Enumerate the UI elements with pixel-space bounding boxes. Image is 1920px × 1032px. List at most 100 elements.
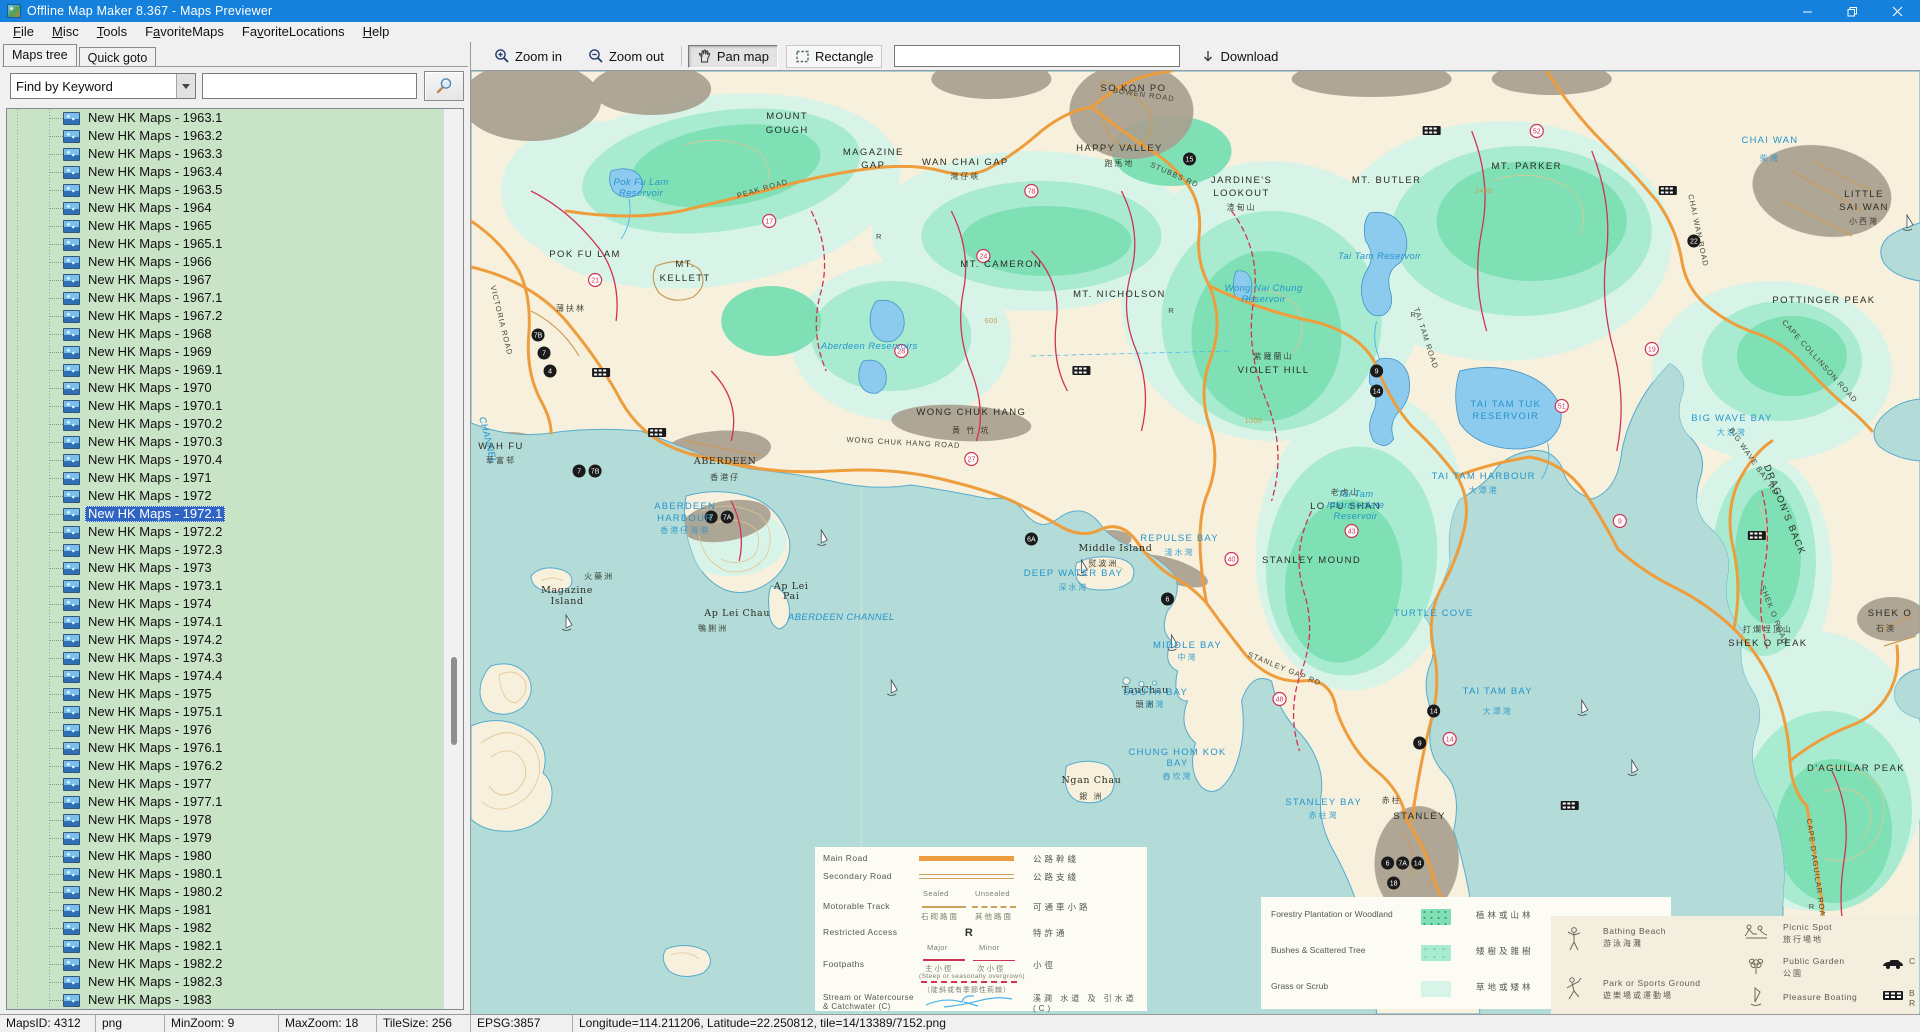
tree-item[interactable]: New HK Maps - 1976.2: [7, 757, 443, 775]
search-button[interactable]: [424, 71, 464, 101]
map-item-icon: [63, 112, 80, 125]
svg-text:SHEK O PEAK: SHEK O PEAK: [1728, 638, 1807, 649]
tree-item-label: New HK Maps - 1976: [85, 722, 215, 738]
menu-tools[interactable]: Tools: [88, 22, 136, 41]
tree-item[interactable]: New HK Maps - 1973.1: [7, 577, 443, 595]
steep-footpath-swatch: [921, 981, 1017, 983]
minimize-button[interactable]: [1785, 0, 1830, 22]
close-button[interactable]: [1875, 0, 1920, 22]
svg-text:43: 43: [1348, 529, 1356, 536]
tree-item[interactable]: New HK Maps - 1971: [7, 469, 443, 487]
rectangle-label: Rectangle: [815, 49, 874, 64]
svg-text:大潭港: 大潭港: [1469, 485, 1499, 495]
tree-guide-line: [49, 766, 63, 767]
tree-item[interactable]: New HK Maps - 1972.1: [7, 505, 443, 523]
tree-item[interactable]: New HK Maps - 1977.1: [7, 793, 443, 811]
tree-item[interactable]: New HK Maps - 1963.1: [7, 109, 443, 127]
tree-item[interactable]: New HK Maps - 1982: [7, 919, 443, 937]
zoom-out-button[interactable]: Zoom out: [579, 44, 673, 68]
map-item-icon: [63, 706, 80, 719]
tree-item[interactable]: New HK Maps - 1963.5: [7, 181, 443, 199]
svg-text:600: 600: [985, 318, 998, 325]
tree-item[interactable]: New HK Maps - 1970.2: [7, 415, 443, 433]
svg-text:78: 78: [1027, 189, 1035, 196]
tree-item[interactable]: New HK Maps - 1968: [7, 325, 443, 343]
tree-item[interactable]: New HK Maps - 1963.3: [7, 145, 443, 163]
menu-favoritemaps[interactable]: FavoriteMaps: [136, 22, 233, 41]
tree-item[interactable]: New HK Maps - 1967.1: [7, 289, 443, 307]
menu-misc[interactable]: Misc: [43, 22, 88, 41]
tree-item[interactable]: New HK Maps - 1974: [7, 595, 443, 613]
tree-scrollbar[interactable]: [443, 109, 463, 1009]
rectangle-button[interactable]: Rectangle: [786, 45, 883, 68]
tree-item[interactable]: New HK Maps - 1974.4: [7, 667, 443, 685]
sealed-track-swatch: [922, 906, 966, 908]
tree-item[interactable]: New HK Maps - 1979: [7, 829, 443, 847]
tree-guide-line: [49, 460, 63, 461]
tree-item[interactable]: New HK Maps - 1978: [7, 811, 443, 829]
tab-quick-goto[interactable]: Quick goto: [79, 47, 157, 66]
find-mode-dropdown[interactable]: Find by Keyword: [10, 73, 196, 99]
tree-item[interactable]: New HK Maps - 1973: [7, 559, 443, 577]
tree-item[interactable]: New HK Maps - 1976.1: [7, 739, 443, 757]
tree-item-label: New HK Maps - 1973: [85, 560, 215, 576]
map-item-icon: [63, 850, 80, 863]
menu-help[interactable]: Help: [354, 22, 399, 41]
tree-item[interactable]: New HK Maps - 1964: [7, 199, 443, 217]
tree-item[interactable]: New HK Maps - 1965: [7, 217, 443, 235]
tree-item[interactable]: New HK Maps - 1969.1: [7, 361, 443, 379]
tree-item[interactable]: New HK Maps - 1975: [7, 685, 443, 703]
tree-item[interactable]: New HK Maps - 1981: [7, 901, 443, 919]
tree-item[interactable]: New HK Maps - 1975.1: [7, 703, 443, 721]
svg-text:14: 14: [1373, 389, 1381, 396]
tree-item[interactable]: New HK Maps - 1982.2: [7, 955, 443, 973]
tab-maps-tree[interactable]: Maps tree: [3, 44, 77, 66]
download-button[interactable]: Download: [1192, 45, 1287, 68]
tree-item-label: New HK Maps - 1976.2: [85, 758, 225, 774]
tree-scrollbar-thumb[interactable]: [451, 657, 457, 745]
chevron-down-icon[interactable]: [176, 74, 195, 98]
pan-map-button[interactable]: Pan map: [688, 45, 778, 68]
tree-item[interactable]: New HK Maps - 1970.3: [7, 433, 443, 451]
tree-item[interactable]: New HK Maps - 1972: [7, 487, 443, 505]
tree-item-label: New HK Maps - 1972.1: [85, 506, 225, 522]
tree-item[interactable]: New HK Maps - 1972.2: [7, 523, 443, 541]
tree-item[interactable]: New HK Maps - 1974.2: [7, 631, 443, 649]
download-range-input[interactable]: [894, 45, 1180, 67]
tree-item-label: New HK Maps - 1972.3: [85, 542, 225, 558]
tree-item[interactable]: New HK Maps - 1970: [7, 379, 443, 397]
menu-favoritelocations[interactable]: FavoriteLocations: [233, 22, 354, 41]
tree-item[interactable]: New HK Maps - 1980.1: [7, 865, 443, 883]
zoom-in-button[interactable]: Zoom in: [485, 44, 571, 68]
zoom-in-label: Zoom in: [515, 49, 562, 64]
tree-item[interactable]: New HK Maps - 1980: [7, 847, 443, 865]
tree-item[interactable]: New HK Maps - 1970.1: [7, 397, 443, 415]
tree-item[interactable]: New HK Maps - 1976: [7, 721, 443, 739]
tree-item[interactable]: New HK Maps - 1963.2: [7, 127, 443, 145]
tree-item[interactable]: New HK Maps - 1977: [7, 775, 443, 793]
svg-text:KELLETT: KELLETT: [660, 273, 711, 284]
tree-item[interactable]: New HK Maps - 1970.4: [7, 451, 443, 469]
tree-item[interactable]: New HK Maps - 1963.4: [7, 163, 443, 181]
tree-item[interactable]: New HK Maps - 1965.1: [7, 235, 443, 253]
tree-item[interactable]: New HK Maps - 1982.1: [7, 937, 443, 955]
svg-text:MT. BUTLER: MT. BUTLER: [1352, 175, 1421, 186]
tree-item[interactable]: New HK Maps - 1967: [7, 271, 443, 289]
tree-item[interactable]: New HK Maps - 1974.1: [7, 613, 443, 631]
tree-item[interactable]: New HK Maps - 1969: [7, 343, 443, 361]
tree-item[interactable]: New HK Maps - 1966: [7, 253, 443, 271]
map-canvas[interactable]: 17 21 24 27 48 45 51 52 19 14 9 43 40 28: [471, 71, 1920, 1014]
search-input[interactable]: [202, 73, 418, 99]
tree-guide-line: [49, 514, 63, 515]
tree-item[interactable]: New HK Maps - 1972.3: [7, 541, 443, 559]
tree-item[interactable]: New HK Maps - 1967.2: [7, 307, 443, 325]
restore-button[interactable]: [1830, 0, 1875, 22]
tree-item[interactable]: New HK Maps - 1980.2: [7, 883, 443, 901]
svg-text:7A: 7A: [1398, 861, 1407, 868]
tree-item[interactable]: New HK Maps - 1982.3: [7, 973, 443, 991]
tree-item[interactable]: New HK Maps - 1983: [7, 991, 443, 1009]
tree-item-label: New HK Maps - 1966: [85, 254, 215, 270]
menu-file[interactable]: File: [4, 22, 43, 41]
tree-item[interactable]: New HK Maps - 1974.3: [7, 649, 443, 667]
bus-icon: [1881, 990, 1905, 1004]
